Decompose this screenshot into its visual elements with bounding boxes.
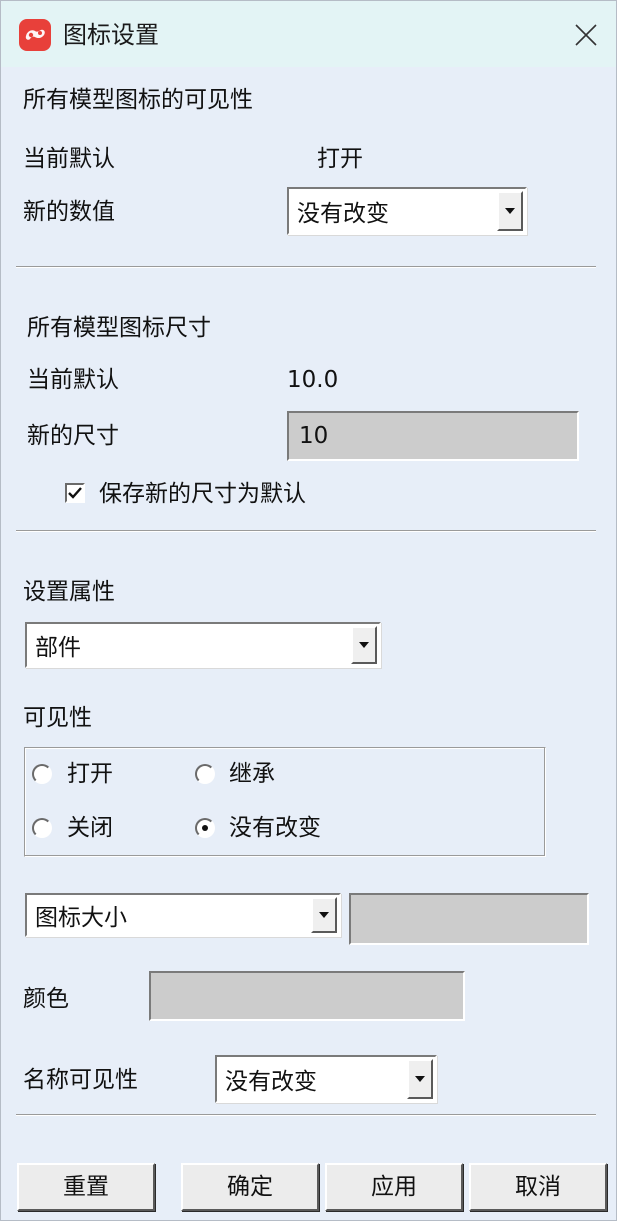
size-current-label: 当前默认 <box>27 367 119 393</box>
window-title: 图标设置 <box>63 21 159 49</box>
size-new-value: 10 <box>299 423 329 449</box>
separator <box>16 1114 596 1116</box>
name-visibility-select[interactable]: 没有改变 <box>215 1055 437 1103</box>
title-bar: 图标设置 <box>1 1 616 67</box>
size-new-input[interactable]: 10 <box>287 411 579 461</box>
chevron-down-icon <box>319 912 329 918</box>
radio-close[interactable] <box>32 818 52 838</box>
radio-close-label: 关闭 <box>67 815 113 841</box>
properties-heading: 设置属性 <box>23 579 115 605</box>
color-field[interactable] <box>149 971 465 1021</box>
separator <box>16 266 596 268</box>
save-default-label: 保存新的尺寸为默认 <box>99 481 306 507</box>
radio-inherit-label: 继承 <box>229 761 275 787</box>
ok-button[interactable]: 确定 <box>181 1163 319 1211</box>
radio-open-label: 打开 <box>67 761 113 787</box>
radio-open[interactable] <box>32 764 52 784</box>
app-logo-icon <box>19 19 51 51</box>
radio-inherit[interactable] <box>195 764 215 784</box>
size-current-value: 10.0 <box>287 367 339 393</box>
close-icon <box>575 24 597 46</box>
name-visibility-value: 没有改变 <box>225 1069 317 1095</box>
attribute-value-input[interactable] <box>349 893 589 945</box>
radio-selected-dot <box>202 825 208 831</box>
visibility-current-label: 当前默认 <box>23 146 115 172</box>
separator <box>16 530 596 532</box>
target-select[interactable]: 部件 <box>25 622 381 668</box>
visibility-group-heading: 可见性 <box>23 705 92 731</box>
chevron-down-icon <box>359 642 369 648</box>
chevron-down-icon <box>415 1076 425 1082</box>
attribute-dropdown-button[interactable] <box>311 897 337 933</box>
chevron-down-icon <box>505 208 515 214</box>
color-label: 颜色 <box>23 986 69 1012</box>
reset-button[interactable]: 重置 <box>17 1163 155 1211</box>
name-visibility-label: 名称可见性 <box>23 1067 138 1093</box>
size-new-label: 新的尺寸 <box>27 423 119 449</box>
name-visibility-dropdown-button[interactable] <box>407 1059 433 1099</box>
visibility-heading: 所有模型图标的可见性 <box>23 87 253 113</box>
attribute-select[interactable]: 图标大小 <box>25 893 341 937</box>
target-value: 部件 <box>35 635 81 661</box>
visibility-new-value: 没有改变 <box>297 201 389 227</box>
radio-nochange[interactable] <box>195 818 215 838</box>
save-default-checkbox[interactable] <box>65 483 85 503</box>
radio-nochange-label: 没有改变 <box>229 815 321 841</box>
visibility-new-select[interactable]: 没有改变 <box>287 187 527 235</box>
visibility-dropdown-button[interactable] <box>497 191 523 231</box>
close-button[interactable] <box>566 15 606 55</box>
cancel-button[interactable]: 取消 <box>469 1163 607 1211</box>
visibility-current-value: 打开 <box>317 146 363 172</box>
attribute-select-value: 图标大小 <box>35 905 127 931</box>
icon-settings-dialog: 图标设置 所有模型图标的可见性 当前默认 打开 新的数值 没有改变 所有模型图标… <box>0 0 617 1221</box>
checkmark-icon <box>68 487 82 499</box>
size-heading: 所有模型图标尺寸 <box>27 315 211 341</box>
apply-button[interactable]: 应用 <box>325 1163 463 1211</box>
target-dropdown-button[interactable] <box>351 626 377 664</box>
visibility-new-label: 新的数值 <box>23 199 115 225</box>
